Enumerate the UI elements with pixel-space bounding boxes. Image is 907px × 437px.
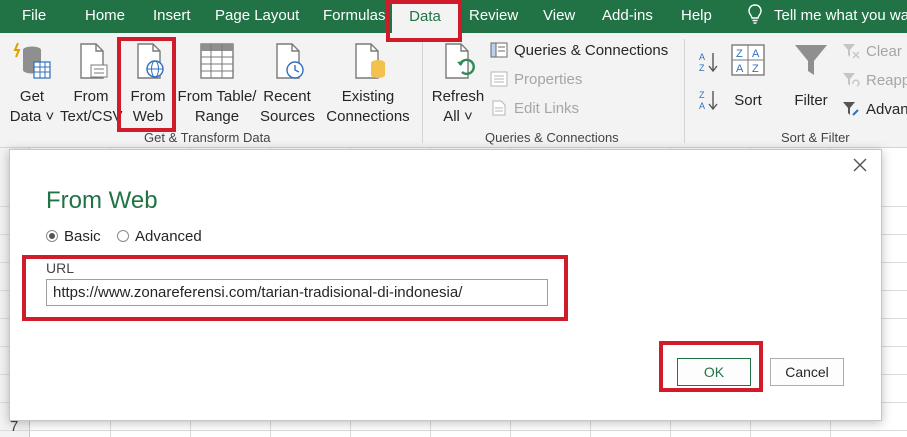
- recent-sources-button[interactable]: Recent Sources: [260, 41, 316, 127]
- clear-filter-icon: [843, 44, 860, 59]
- grid-line: [0, 430, 907, 431]
- sort-descending-button[interactable]: Z A: [698, 89, 720, 111]
- advanced-radio-option[interactable]: Advanced: [117, 228, 202, 245]
- url-input[interactable]: https://www.zonareferensi.com/tarian-tra…: [46, 279, 548, 306]
- svg-text:Z: Z: [752, 63, 759, 75]
- clock-file-icon: [276, 43, 304, 79]
- from-table-label-2: Range: [194, 108, 240, 125]
- sort-label: Sort: [734, 92, 762, 109]
- recent-sources-label-2: Sources: [260, 108, 316, 125]
- svg-text:Z: Z: [736, 48, 743, 60]
- svg-text:A: A: [736, 63, 744, 75]
- web-globe-file-icon: [137, 43, 164, 79]
- tab-file[interactable]: File: [22, 0, 46, 33]
- advanced-label: Advan: [866, 101, 907, 118]
- svg-text:Z: Z: [699, 90, 705, 100]
- tab-page-layout[interactable]: Page Layout: [215, 0, 299, 33]
- group-label-get-transform: Get & Transform Data: [144, 130, 271, 145]
- sort-az-icon: A Z: [699, 52, 718, 73]
- from-text-csv-label-1: From: [73, 88, 109, 105]
- group-label-queries: Queries & Connections: [485, 130, 619, 145]
- group-label-sort-filter: Sort & Filter: [781, 130, 850, 145]
- refresh-all-button[interactable]: Refresh All ˅: [430, 41, 486, 127]
- refresh-icon: [445, 43, 475, 79]
- get-data-label-2: Data ˅: [9, 108, 55, 125]
- tab-help[interactable]: Help: [681, 0, 712, 33]
- refresh-all-label-1: Refresh: [431, 88, 485, 105]
- tab-add-ins[interactable]: Add-ins: [602, 0, 653, 33]
- url-label: URL: [46, 260, 75, 276]
- tab-formulas[interactable]: Formulas: [323, 0, 386, 33]
- edit-links-button[interactable]: Edit Links: [490, 98, 579, 120]
- queries-connections-label: Queries & Connections: [514, 42, 669, 59]
- tab-view[interactable]: View: [543, 0, 575, 33]
- funnel-icon: [795, 45, 827, 75]
- advanced-radio[interactable]: [117, 230, 129, 242]
- text-file-icon: [80, 43, 108, 79]
- group-separator: [422, 39, 423, 143]
- from-table-range-button[interactable]: From Table/ Range: [176, 41, 258, 127]
- group-separator: [684, 39, 685, 143]
- refresh-all-label-2: All ˅: [443, 108, 473, 125]
- sort-button[interactable]: Z A A Z Sort: [726, 41, 770, 111]
- svg-text:Z: Z: [699, 63, 705, 73]
- reapply-label: Reapp: [866, 72, 907, 89]
- get-data-button[interactable]: Get Data ˅: [8, 41, 56, 127]
- reapply-icon: [843, 73, 860, 87]
- svg-text:A: A: [752, 48, 760, 60]
- edit-links-icon: [492, 100, 506, 116]
- edit-links-label: Edit Links: [514, 100, 580, 117]
- svg-text:A: A: [699, 101, 705, 111]
- get-data-label-1: Get: [19, 88, 45, 105]
- tab-insert[interactable]: Insert: [153, 0, 191, 33]
- properties-button[interactable]: Properties: [490, 69, 582, 91]
- properties-icon: [490, 71, 508, 87]
- from-table-label-1: From Table/: [177, 88, 257, 105]
- table-icon: [200, 43, 234, 79]
- tell-me-label: Tell me what you wa: [774, 7, 907, 24]
- from-web-dialog: From Web Basic Advanced URL https://www.…: [9, 149, 882, 421]
- advanced-filter-button[interactable]: Advan: [842, 99, 907, 121]
- advanced-filter-icon: [843, 102, 859, 116]
- svg-text:A: A: [699, 52, 705, 62]
- sort-ascending-button[interactable]: A Z: [698, 51, 720, 73]
- cancel-button[interactable]: Cancel: [770, 358, 844, 386]
- lightbulb-icon: [748, 4, 762, 24]
- basic-radio[interactable]: [46, 230, 58, 242]
- sort-za-icon: Z A: [699, 90, 718, 111]
- sort-dialog-icon: Z A A Z: [731, 44, 765, 76]
- basic-radio-option[interactable]: Basic: [46, 228, 101, 245]
- tab-data[interactable]: Data: [392, 0, 458, 33]
- connections-file-icon: [355, 43, 385, 79]
- dialog-title: From Web: [46, 187, 158, 214]
- filter-label: Filter: [794, 92, 828, 109]
- from-text-csv-label-2: Text/CSV: [60, 108, 123, 125]
- filter-button[interactable]: Filter: [790, 41, 832, 111]
- advanced-radio-label: Advanced: [135, 228, 202, 245]
- reapply-button[interactable]: Reapp: [842, 70, 907, 92]
- tab-home[interactable]: Home: [85, 0, 125, 33]
- queries-panel-icon: [490, 42, 508, 58]
- ok-button[interactable]: OK: [677, 358, 751, 386]
- database-table-icon: [13, 42, 51, 79]
- from-web-label-1: From: [130, 88, 166, 105]
- existing-connections-label-2: Connections: [326, 108, 410, 125]
- basic-radio-label: Basic: [64, 228, 101, 245]
- existing-connections-label-1: Existing: [341, 88, 395, 105]
- clear-label: Clear: [866, 43, 902, 60]
- properties-label: Properties: [514, 71, 583, 88]
- clear-filter-button[interactable]: Clear: [842, 41, 902, 63]
- recent-sources-label-1: Recent: [263, 88, 311, 105]
- from-web-label-2: Web: [132, 108, 164, 125]
- existing-connections-button[interactable]: Existing Connections: [324, 41, 412, 127]
- close-icon[interactable]: [851, 156, 869, 174]
- tell-me-search[interactable]: Tell me what you wa: [748, 0, 907, 33]
- queries-connections-button[interactable]: Queries & Connections: [490, 40, 668, 62]
- ribbon: Get Data ˅ From Text/CSV From Web From T…: [0, 33, 907, 148]
- from-web-button[interactable]: From Web: [124, 41, 172, 127]
- ribbon-tab-bar: File Home Insert Page Layout Formulas Da…: [0, 0, 907, 33]
- tab-review[interactable]: Review: [469, 0, 518, 33]
- from-text-csv-button[interactable]: From Text/CSV: [60, 41, 123, 127]
